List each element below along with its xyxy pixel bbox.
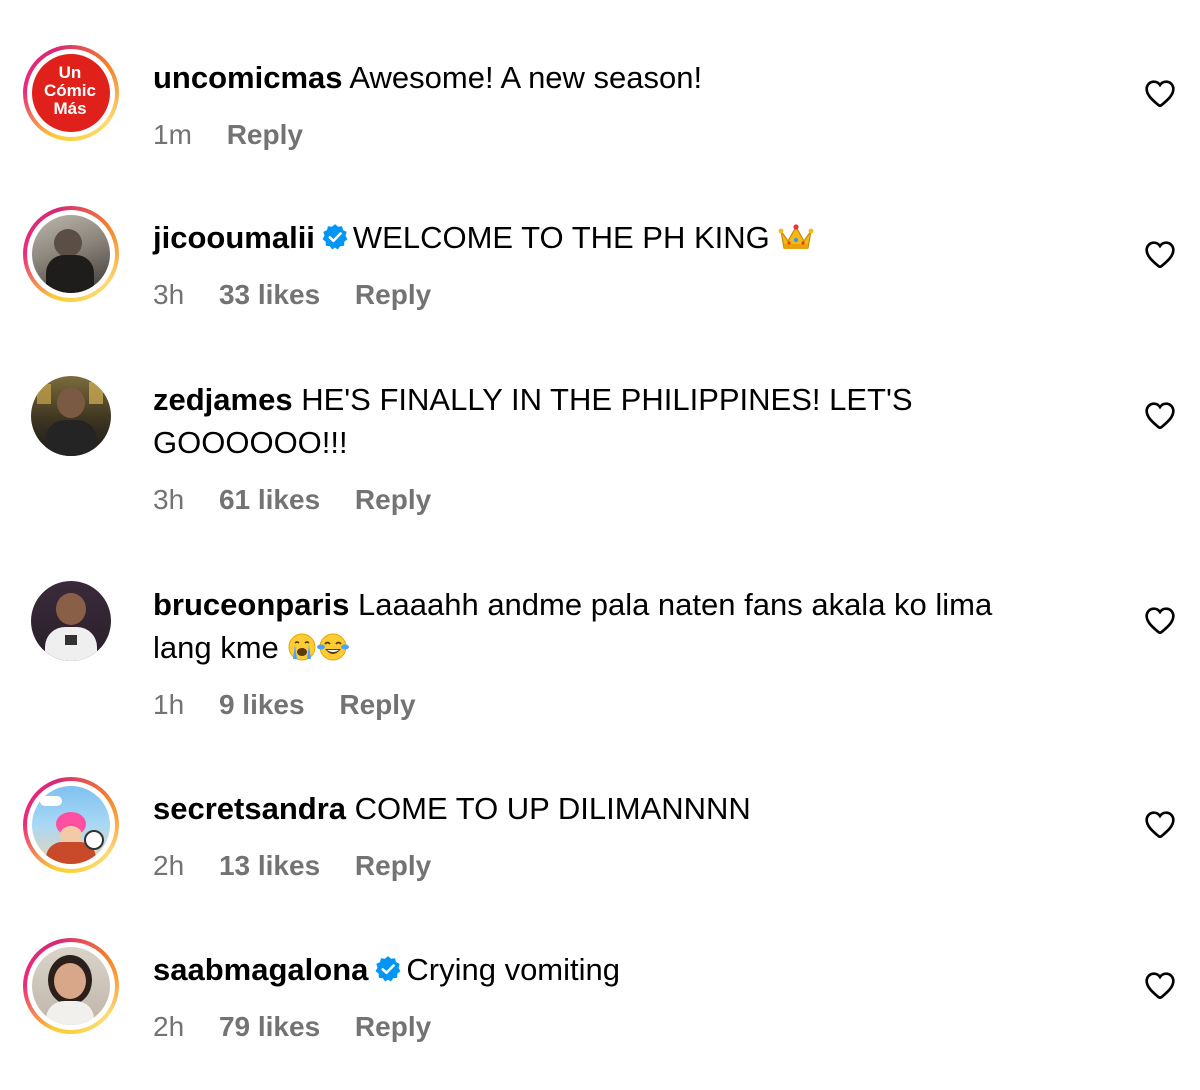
likes-count[interactable]: 61 likes bbox=[219, 482, 320, 518]
likes-count[interactable]: 9 likes bbox=[219, 687, 305, 723]
comment-text: zedjames HE'S FINALLY IN THE PHILIPPINES… bbox=[153, 378, 1113, 464]
likes-count[interactable]: 13 likes bbox=[219, 848, 320, 884]
svg-text:Un: Un bbox=[59, 63, 82, 82]
verified-badge-icon bbox=[322, 224, 348, 250]
comment-body: HE'S FINALLY IN THE PHILIPPINES! LET'S bbox=[301, 382, 913, 417]
avatar[interactable] bbox=[23, 206, 119, 302]
reply-button[interactable]: Reply bbox=[355, 848, 431, 884]
comment-body: Crying vomiting bbox=[406, 952, 620, 987]
reply-button[interactable]: Reply bbox=[355, 277, 431, 313]
comment-time: 1h bbox=[153, 689, 185, 720]
comment-body: Awesome! A new season! bbox=[349, 60, 703, 95]
heart-icon[interactable] bbox=[1144, 809, 1176, 839]
comment-username[interactable]: uncomicmas bbox=[153, 60, 343, 95]
comment-username[interactable]: bruceonparis bbox=[153, 587, 349, 622]
comment-time: 3h bbox=[153, 484, 185, 515]
comment-username[interactable]: secretsandra bbox=[153, 791, 346, 826]
comment-body: Laaaahh andme pala naten fans akala ko l… bbox=[358, 587, 993, 622]
heart-icon[interactable] bbox=[1144, 78, 1176, 108]
comment-username[interactable]: zedjames bbox=[153, 382, 293, 417]
comment-text: saabmagalona Crying vomiting bbox=[153, 948, 1113, 991]
svg-text:Cómic: Cómic bbox=[44, 81, 96, 100]
comment-body: WELCOME TO THE PH KING bbox=[352, 220, 770, 255]
crying-face-emoji-icon bbox=[288, 633, 316, 661]
avatar[interactable] bbox=[23, 938, 119, 1034]
reply-button[interactable]: Reply bbox=[227, 117, 303, 153]
comment-time: 1m bbox=[153, 119, 192, 150]
verified-badge-icon bbox=[375, 956, 401, 982]
comment-time: 2h bbox=[153, 1011, 185, 1042]
avatar[interactable] bbox=[31, 581, 111, 661]
reply-button[interactable]: Reply bbox=[355, 482, 431, 518]
comment-body: COME TO UP DILIMANNNN bbox=[354, 791, 751, 826]
comment-time: 2h bbox=[153, 850, 185, 881]
tears-of-joy-emoji-icon bbox=[317, 633, 350, 661]
svg-text:Más: Más bbox=[53, 99, 86, 118]
comment-body-line2: lang kme bbox=[153, 630, 279, 665]
likes-count[interactable]: 79 likes bbox=[219, 1009, 320, 1045]
comment-text: secretsandra COME TO UP DILIMANNNN bbox=[153, 787, 1113, 830]
avatar[interactable]: Un Cómic Más bbox=[23, 45, 119, 141]
comment-text: bruceonparis Laaaahh andme pala naten fa… bbox=[153, 583, 1113, 669]
comment-text: uncomicmas Awesome! A new season! bbox=[153, 56, 1113, 99]
comment-text: jicooumalii WELCOME TO THE PH KING bbox=[153, 216, 1113, 259]
reply-button[interactable]: Reply bbox=[355, 1009, 431, 1045]
heart-icon[interactable] bbox=[1144, 400, 1176, 430]
comment-username[interactable]: jicooumalii bbox=[153, 220, 315, 255]
heart-icon[interactable] bbox=[1144, 605, 1176, 635]
uncomicmas-logo: Un Cómic Más bbox=[44, 63, 96, 118]
heart-icon[interactable] bbox=[1144, 970, 1176, 1000]
avatar[interactable] bbox=[31, 376, 111, 456]
heart-icon[interactable] bbox=[1144, 239, 1176, 269]
comment-body-line2: GOOOOOO!!! bbox=[153, 425, 348, 460]
likes-count[interactable]: 33 likes bbox=[219, 277, 320, 313]
comment-time: 3h bbox=[153, 279, 185, 310]
crown-emoji-icon bbox=[779, 224, 814, 249]
comment-username[interactable]: saabmagalona bbox=[153, 952, 368, 987]
reply-button[interactable]: Reply bbox=[339, 687, 415, 723]
avatar[interactable] bbox=[23, 777, 119, 873]
